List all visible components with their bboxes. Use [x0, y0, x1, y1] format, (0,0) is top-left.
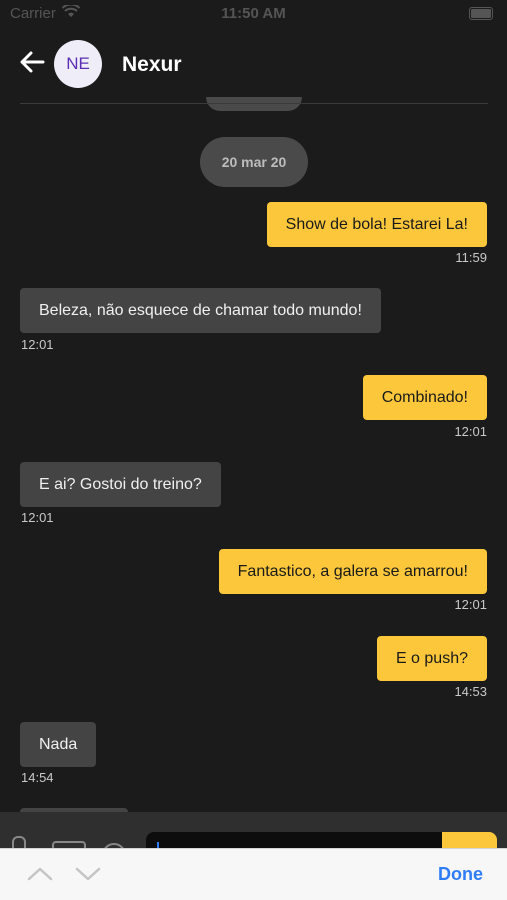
send-button[interactable]	[442, 832, 497, 848]
chat-header: NE Nexur	[0, 28, 507, 103]
message-time: 12:01	[21, 337, 54, 352]
message-bubble-outgoing[interactable]: E o push?	[376, 636, 487, 681]
message-time: 11:59	[455, 250, 487, 265]
message-time: 12:01	[21, 510, 54, 525]
message-bubble-outgoing[interactable]: Show de bola! Estarei La!	[266, 202, 487, 247]
contact-name[interactable]: Nexur	[122, 53, 182, 77]
clock: 11:50 AM	[221, 5, 286, 22]
back-arrow-icon[interactable]	[18, 48, 46, 76]
done-button[interactable]: Done	[438, 864, 483, 885]
message-time: 14:54	[21, 770, 54, 785]
status-bar: Carrier 11:50 AM	[0, 0, 507, 28]
message-composer	[0, 812, 507, 848]
message-bubble-incoming[interactable]: Beleza, não esquece de chamar todo mundo…	[20, 288, 381, 333]
avatar[interactable]: NE	[54, 40, 102, 88]
battery-icon	[469, 7, 493, 20]
previous-date-pill	[206, 97, 302, 111]
keyboard-toolbar: Done	[0, 848, 507, 900]
chevron-down-icon[interactable]	[74, 863, 102, 885]
header-divider	[20, 103, 488, 104]
message-input[interactable]	[146, 832, 442, 848]
message-bubble-incoming[interactable]: Nada	[20, 722, 97, 767]
message-bubble-incoming[interactable]: E ai? Gostoi do treino?	[20, 462, 221, 507]
message-time: 12:01	[454, 424, 487, 439]
message-time: 12:01	[454, 597, 487, 612]
attachment-icon[interactable]	[12, 836, 26, 848]
date-separator: 20 mar 20	[200, 137, 308, 187]
message-bubble-outgoing[interactable]: Combinado!	[362, 375, 487, 420]
camera-icon[interactable]	[52, 841, 86, 848]
chevron-up-icon[interactable]	[26, 863, 54, 885]
message-bubble-outgoing[interactable]: Fantastico, a galera se amarrou!	[218, 549, 487, 594]
message-time: 14:53	[454, 684, 487, 699]
